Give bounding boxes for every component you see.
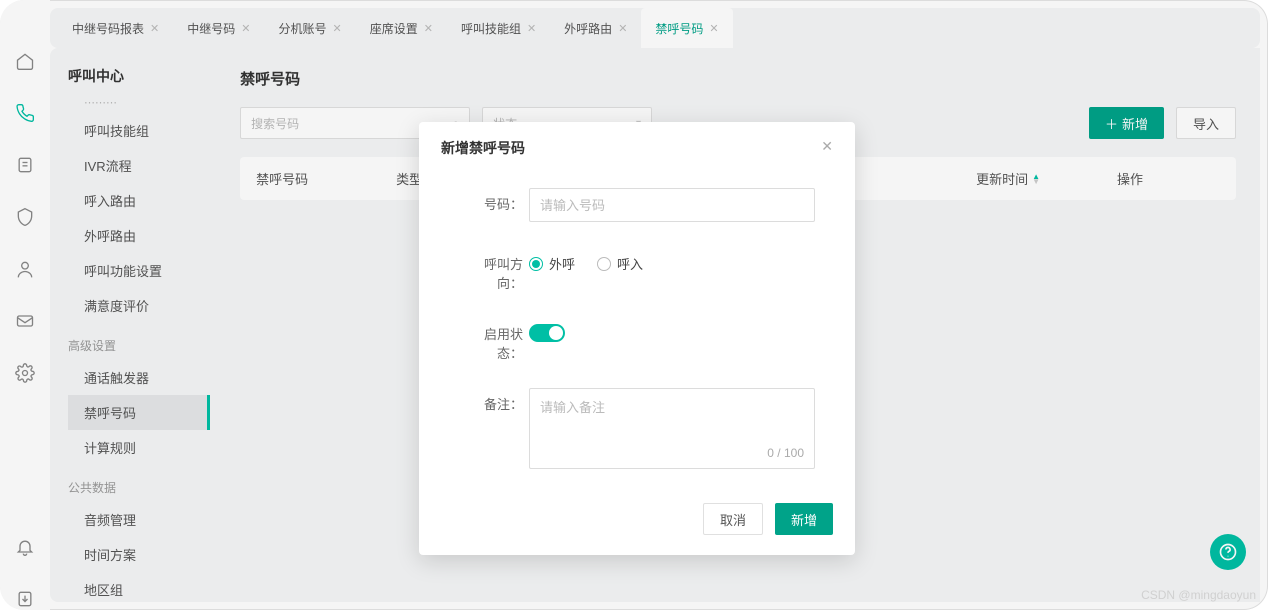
enabled-toggle[interactable] [529,324,565,342]
close-icon[interactable]: ✕ [821,138,833,155]
label-remark: 备注： [459,388,529,413]
label-enabled: 启用状态： [459,318,529,362]
number-input[interactable] [529,188,815,222]
modal-title: 新增禁呼号码 [441,138,525,158]
radio-inbound[interactable]: 呼入 [597,254,643,273]
radio-dot-icon [597,257,611,271]
watermark: CSDN @mingdaoyun [1141,588,1256,602]
add-blocklist-modal: 新增禁呼号码 ✕ 号码： 呼叫方向： 外呼 呼入 启用状态： [419,122,855,555]
confirm-add-button[interactable]: 新增 [775,503,833,535]
label-number: 号码： [459,188,529,213]
radio-outbound-label: 外呼 [549,254,575,273]
remark-textarea[interactable] [540,397,804,437]
char-count: 0 / 100 [540,446,804,460]
label-direction: 呼叫方向： [459,248,529,292]
cancel-button[interactable]: 取消 [703,503,763,535]
radio-dot-icon [529,257,543,271]
radio-inbound-label: 呼入 [617,254,643,273]
radio-outbound[interactable]: 外呼 [529,254,575,273]
